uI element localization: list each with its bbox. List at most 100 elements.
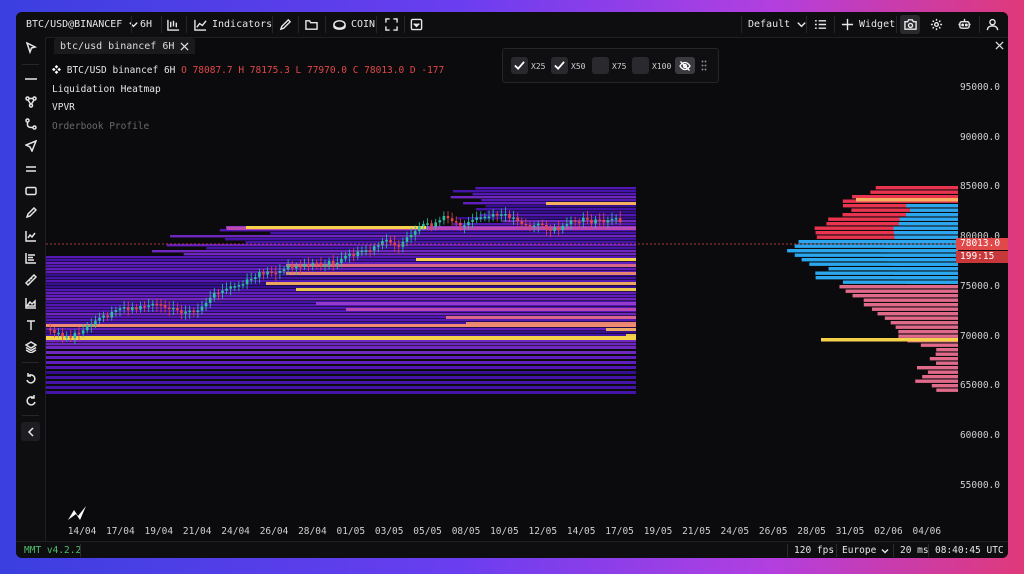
collapse-toolbar-button[interactable] — [21, 422, 40, 441]
account-button[interactable] — [986, 12, 999, 37]
parallel-lines-tool[interactable] — [21, 159, 40, 178]
forecast-tool[interactable] — [21, 293, 40, 312]
candle-body — [126, 307, 130, 311]
candle-body — [204, 302, 208, 307]
coin-button[interactable]: COIN — [333, 12, 375, 37]
x-tick-label: 21/05 — [682, 526, 711, 537]
price-axis[interactable]: 95000.0 90000.0 85000.0 80000.0 75000.0 70000… — [956, 54, 1008, 524]
layers-tool[interactable] — [21, 337, 40, 356]
indicators-button[interactable]: Indicators — [194, 12, 272, 37]
heatmap-band — [46, 268, 636, 271]
candle-body — [434, 222, 437, 227]
nodes-tool[interactable] — [21, 92, 40, 111]
screenshot-dropdown-button[interactable] — [410, 12, 423, 37]
screenshot-button[interactable] — [900, 15, 920, 34]
chevron-left-icon — [27, 426, 34, 437]
candle-body — [454, 221, 458, 223]
x100-label: X100 — [652, 62, 672, 71]
horizontal-line-tool[interactable] — [21, 69, 40, 88]
settings-button[interactable] — [930, 12, 943, 37]
y-tick-label: 90000.0 — [959, 131, 1000, 143]
y-tick-label: 60000.0 — [959, 429, 1000, 441]
candles-icon — [167, 19, 180, 31]
brush-tool[interactable] — [21, 203, 40, 222]
candle-body — [266, 271, 269, 275]
vpvr-bar-segment — [884, 244, 958, 248]
candle-body — [241, 284, 245, 286]
candle-body — [545, 224, 548, 230]
arrow-tool[interactable] — [21, 136, 40, 155]
folder-button[interactable] — [305, 12, 318, 37]
heatmap-band — [225, 238, 636, 241]
layout-selector[interactable]: Default — [748, 12, 808, 37]
hide-button[interactable] — [675, 57, 695, 74]
heatmap-band — [266, 282, 636, 285]
candle-body — [561, 225, 565, 230]
indicators-label: Indicators — [212, 19, 273, 30]
series-legend[interactable]: BTC/USD binancef 6H O 78087.7 H 78175.3 … — [52, 62, 444, 81]
text-tool[interactable] — [21, 315, 40, 334]
candle-body — [61, 332, 64, 337]
symbol-selector[interactable]: BTC/USD@BINANCEF — [26, 12, 140, 37]
trend-tool[interactable] — [21, 226, 40, 245]
ruler-tool[interactable] — [21, 270, 40, 289]
close-panel-icon[interactable] — [995, 41, 1004, 50]
candle-body — [495, 214, 499, 216]
indicator-liquidation-heatmap[interactable]: Liquidation Heatmap — [52, 81, 444, 100]
x-tick-label: 24/05 — [720, 526, 750, 537]
version-label: MMT v4.2.2 — [24, 545, 82, 556]
vr-button[interactable] — [958, 12, 971, 37]
drag-handle-icon[interactable] — [701, 60, 707, 71]
candle-body — [106, 315, 109, 318]
vpvr-bar — [915, 379, 958, 383]
rectangle-tool[interactable] — [21, 181, 40, 200]
vpvr-profile — [787, 186, 958, 392]
add-widget-button[interactable]: Widget — [841, 12, 895, 37]
candle-body — [524, 223, 528, 226]
x100-checkbox[interactable] — [632, 57, 649, 74]
candle-body — [541, 223, 544, 226]
undo-button[interactable] — [21, 368, 40, 387]
tab-title: btc/usd binancef 6H — [60, 40, 175, 52]
x75-checkbox[interactable] — [592, 57, 609, 74]
x-tick-label: 10/05 — [490, 526, 519, 537]
candle-body — [618, 218, 622, 223]
horizontal-line-icon — [24, 77, 37, 80]
close-icon[interactable] — [180, 41, 189, 51]
candle-body — [147, 305, 150, 307]
tab-chart[interactable]: btc/usd binancef 6H — [54, 38, 196, 54]
indicator-vpvr[interactable]: VPVR — [52, 99, 444, 118]
candle-countdown-label: 199:15 — [956, 251, 1008, 263]
x50-checkbox[interactable] — [551, 57, 568, 74]
fullscreen-button[interactable] — [385, 12, 398, 37]
region-selector[interactable]: Europe — [842, 542, 890, 558]
candle-body — [504, 214, 507, 216]
candle-body — [553, 227, 556, 231]
x25-checkbox[interactable] — [511, 57, 528, 74]
cursor-tool[interactable] — [21, 38, 40, 57]
x-tick-label: 03/05 — [374, 526, 404, 537]
candle-body — [217, 292, 220, 295]
draw-button[interactable] — [279, 12, 292, 37]
candle-body — [377, 245, 380, 247]
candle-body — [155, 303, 159, 306]
candle-body — [221, 290, 224, 294]
fib-tool[interactable] — [21, 248, 40, 267]
heatmap-band — [316, 302, 636, 305]
vpvr-bar — [936, 388, 958, 392]
list-button[interactable] — [814, 12, 827, 37]
interval-selector[interactable]: 6H — [140, 12, 152, 37]
y-tick-label: 95000.0 — [959, 82, 1000, 93]
path-tool[interactable] — [21, 114, 40, 133]
candle-body — [176, 308, 179, 311]
vpvr-bar — [936, 361, 958, 365]
heatmap-band — [46, 313, 636, 316]
redo-button[interactable] — [21, 390, 40, 409]
indicator-orderbook-profile[interactable]: Orderbook Profile — [52, 118, 444, 137]
heatmap-band — [183, 253, 636, 256]
candle-body — [139, 305, 142, 310]
heatmap-band — [46, 371, 636, 374]
chart-type-button[interactable] — [167, 12, 180, 37]
binance-icon — [52, 65, 61, 74]
candle-body — [233, 286, 237, 288]
